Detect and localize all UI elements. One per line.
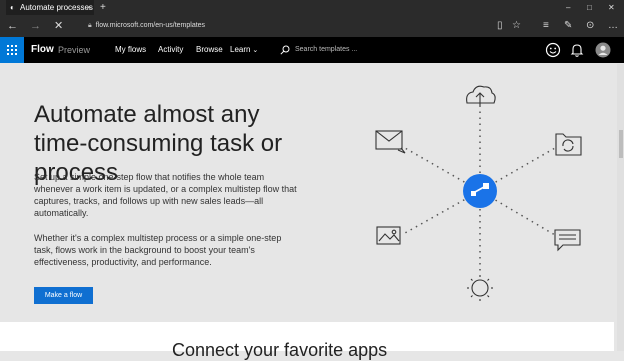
url-text: flow.microsoft.com/en-us/templates	[95, 22, 206, 29]
brand-name[interactable]: Flow	[31, 37, 54, 63]
nav-my-flows[interactable]: My flows	[115, 37, 146, 63]
flow-hub-icon	[463, 174, 497, 208]
search-icon[interactable]	[280, 45, 290, 55]
hub-icon[interactable]: ≡	[543, 15, 549, 37]
cloud-upload-icon	[466, 85, 496, 107]
nav-learn[interactable]: Learn ⌄	[230, 37, 258, 64]
address-bar-row: ← → ✕ 🔒︎ flow.microsoft.com/en-us/templat…	[0, 15, 624, 37]
chevron-down-icon: ⌄	[250, 47, 259, 54]
close-window-button[interactable]: ✕	[608, 0, 615, 15]
stop-icon[interactable]: ✕	[54, 15, 63, 37]
mail-icon	[375, 130, 406, 154]
folder-sync-icon	[555, 133, 582, 156]
flow-connections-diagram	[375, 85, 582, 301]
more-icon[interactable]: …	[608, 15, 618, 37]
maximize-button[interactable]: □	[587, 0, 592, 15]
waffle-icon[interactable]	[0, 37, 24, 63]
bell-icon[interactable]	[569, 42, 585, 58]
new-tab-button[interactable]: +	[100, 0, 106, 15]
app-header: Flow Preview My flows Activity Browse Le…	[0, 37, 624, 63]
tab-close-button[interactable]: ×	[86, 0, 91, 15]
edge-tab-icon: ◐	[10, 3, 15, 12]
smiley-icon[interactable]	[545, 42, 561, 58]
forward-icon[interactable]: →	[30, 15, 41, 37]
nav-browse[interactable]: Browse	[196, 37, 223, 63]
waffle-grid	[7, 45, 17, 55]
image-icon	[376, 226, 401, 245]
comment-icon	[554, 229, 581, 252]
hero-paragraph-2: Whether it's a complex multistep process…	[34, 233, 282, 267]
address-field[interactable]: 🔒︎ flow.microsoft.com/en-us/templates	[88, 15, 205, 37]
make-a-flow-button[interactable]: Make a flow	[34, 287, 93, 304]
avatar-icon[interactable]	[595, 42, 611, 58]
page-scrollbar[interactable]	[617, 64, 624, 351]
back-icon[interactable]: ←	[7, 15, 18, 37]
scrollbar-thumb[interactable]	[619, 130, 623, 158]
reading-view-icon[interactable]: ▯	[497, 15, 503, 37]
hero-paragraph-1: Set up a simple one-step flow that notif…	[34, 172, 297, 218]
browser-title-bar: ◐ Automate processes + × + – □ ✕	[0, 0, 624, 15]
tab-title: Automate processes +	[20, 3, 94, 12]
favorite-icon[interactable]: ☆	[512, 15, 521, 37]
nav-activity[interactable]: Activity	[158, 37, 183, 63]
share-icon[interactable]: ⊙	[586, 15, 594, 37]
sun-icon	[467, 275, 493, 301]
browser-tab[interactable]: ◐ Automate processes + ×	[6, 0, 94, 15]
notes-icon[interactable]: ✎	[564, 15, 572, 37]
brand-preview-label: Preview	[58, 45, 91, 55]
lock-icon: 🔒︎	[88, 22, 92, 29]
nav-learn-label: Learn	[230, 45, 251, 54]
minimize-button[interactable]: –	[566, 0, 570, 15]
search-input[interactable]: Search templates ...	[295, 37, 357, 63]
